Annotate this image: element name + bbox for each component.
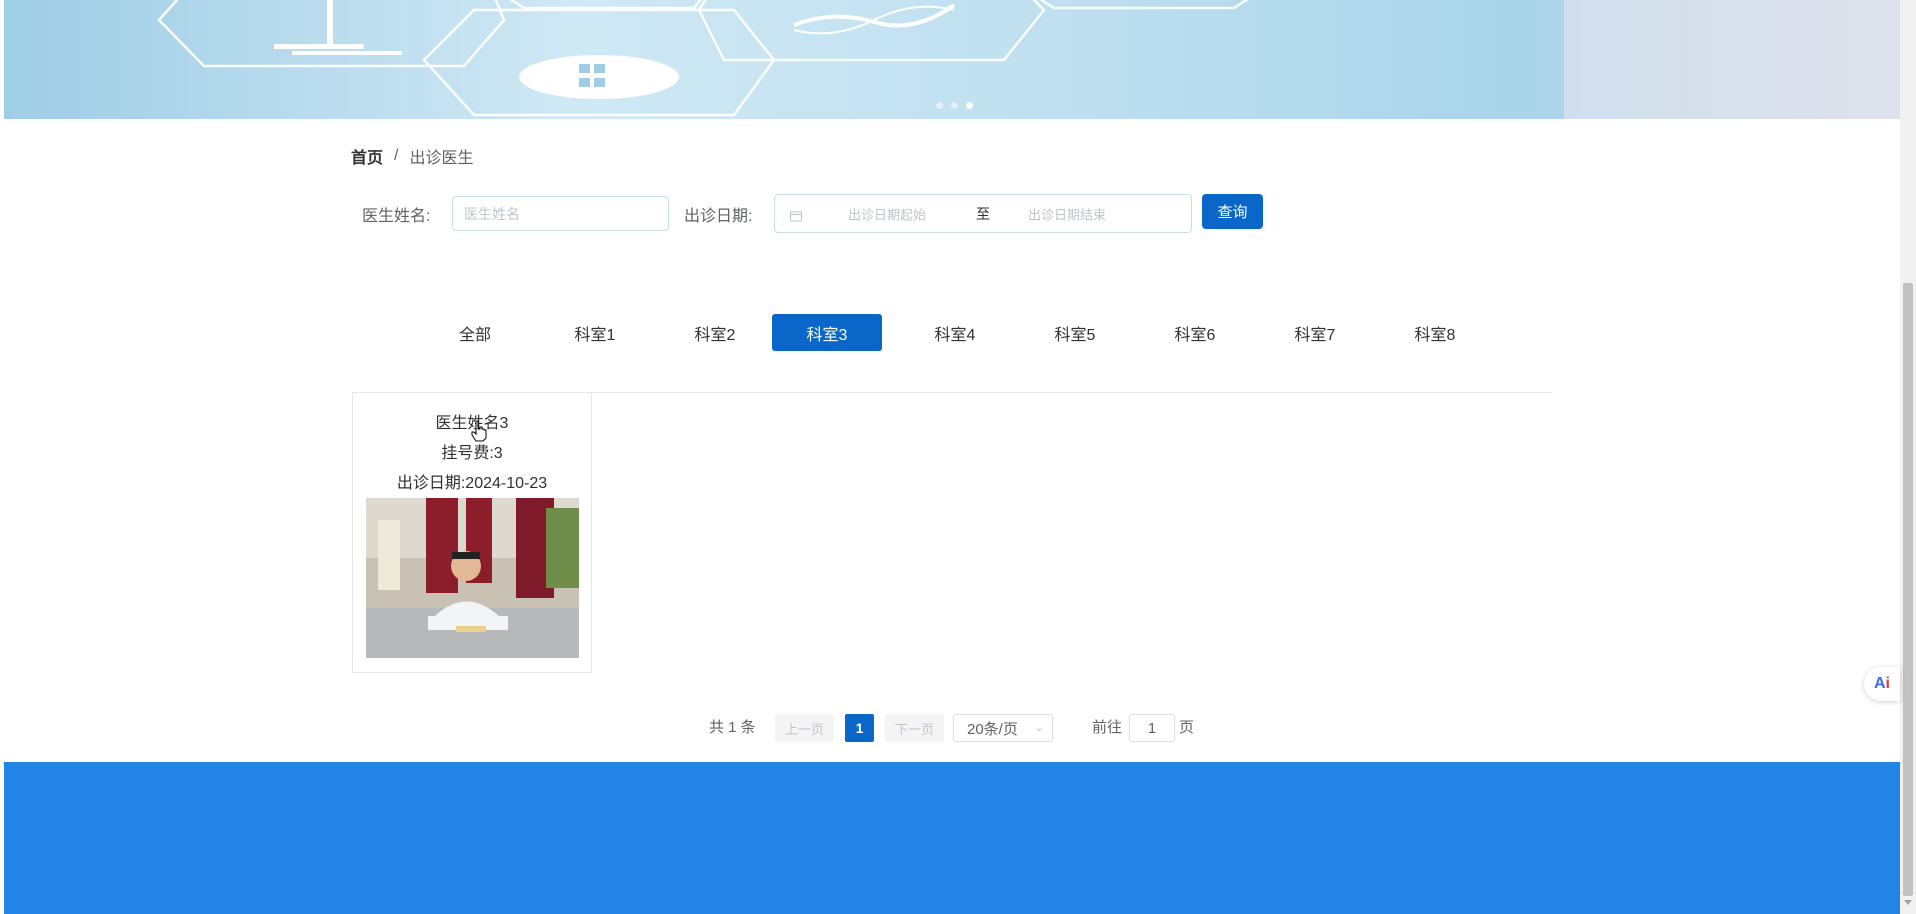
page-size-value: 20条/页 bbox=[967, 720, 1018, 738]
breadcrumb: 首页 / 出诊医生 bbox=[351, 144, 473, 168]
doctor-name-label: 医生姓名: bbox=[362, 208, 431, 225]
chevron-down-icon: ⌄ bbox=[1034, 722, 1044, 734]
doctor-name-placeholder: 医生姓名 bbox=[464, 205, 520, 222]
vertical-scrollbar[interactable] bbox=[1900, 0, 1916, 914]
ai-assistant-button[interactable]: Ai bbox=[1864, 667, 1900, 701]
tab-department-5[interactable]: 科室5 bbox=[1020, 314, 1130, 351]
hex-shape bbox=[509, 0, 702, 10]
pagination-next-button[interactable]: 下一页 bbox=[885, 714, 944, 742]
date-range-separator: 至 bbox=[976, 205, 990, 222]
breadcrumb-current: 出诊医生 bbox=[409, 150, 474, 167]
hand-cursor-icon bbox=[470, 420, 488, 447]
hex-shape bbox=[1039, 0, 1249, 10]
pagination-page-1[interactable]: 1 bbox=[845, 714, 874, 742]
scroll-down-arrow-icon[interactable] bbox=[1904, 900, 1912, 905]
query-button[interactable]: 查询 bbox=[1202, 194, 1263, 229]
tab-department-3[interactable]: 科室3 bbox=[772, 314, 882, 351]
tab-department-6[interactable]: 科室6 bbox=[1140, 314, 1250, 351]
page-footer bbox=[4, 762, 1900, 914]
visit-date-range-picker[interactable]: 出诊日期起始 至 出诊日期结束 bbox=[774, 194, 1192, 233]
doctor-visit-date: 出诊日期:2024-10-23 bbox=[396, 475, 548, 492]
hero-banner bbox=[4, 0, 1900, 119]
doctor-coat-decoration bbox=[1564, 0, 1900, 119]
microscope-base bbox=[274, 44, 364, 49]
date-end-placeholder[interactable]: 出诊日期结束 bbox=[1028, 204, 1106, 223]
tab-all[interactable]: 全部 bbox=[420, 314, 530, 351]
tab-department-4[interactable]: 科室4 bbox=[900, 314, 1010, 351]
ai-logo-letter-a: A bbox=[1873, 675, 1886, 692]
dna-icon bbox=[793, 3, 956, 28]
pagination-goto-label: 前往 bbox=[1092, 719, 1123, 736]
carousel-dot-3[interactable] bbox=[966, 102, 973, 109]
carousel-dot-2[interactable] bbox=[951, 102, 958, 109]
breadcrumb-separator: / bbox=[394, 147, 399, 164]
tab-department-7[interactable]: 科室7 bbox=[1260, 314, 1370, 351]
ai-logo-letter-i: i bbox=[1885, 675, 1890, 692]
date-start-placeholder[interactable]: 出诊日期起始 bbox=[848, 204, 926, 223]
pagination-total: 共 1 条 bbox=[709, 719, 756, 736]
calendar-icon bbox=[790, 208, 802, 221]
carousel-dots[interactable] bbox=[936, 102, 973, 109]
tab-department-8[interactable]: 科室8 bbox=[1380, 314, 1490, 351]
microscope-icon bbox=[327, 0, 333, 44]
pagination-page-suffix: 页 bbox=[1179, 719, 1195, 736]
breadcrumb-home[interactable]: 首页 bbox=[351, 144, 383, 168]
visit-date-label: 出诊日期: bbox=[684, 208, 753, 225]
page-size-select[interactable]: 20条/页 ⌄ bbox=[953, 714, 1053, 742]
bandage-icon bbox=[519, 55, 679, 99]
pagination-goto-input[interactable]: 1 bbox=[1129, 714, 1175, 742]
pagination-prev-button[interactable]: 上一页 bbox=[775, 714, 834, 742]
carousel-dot-1[interactable] bbox=[936, 102, 943, 109]
scrollbar-thumb[interactable] bbox=[1903, 283, 1913, 896]
tab-department-2[interactable]: 科室2 bbox=[660, 314, 770, 351]
doctor-name-input[interactable]: 医生姓名 bbox=[452, 196, 669, 231]
tab-department-1[interactable]: 科室1 bbox=[540, 314, 650, 351]
doctor-photo[interactable] bbox=[366, 498, 579, 658]
